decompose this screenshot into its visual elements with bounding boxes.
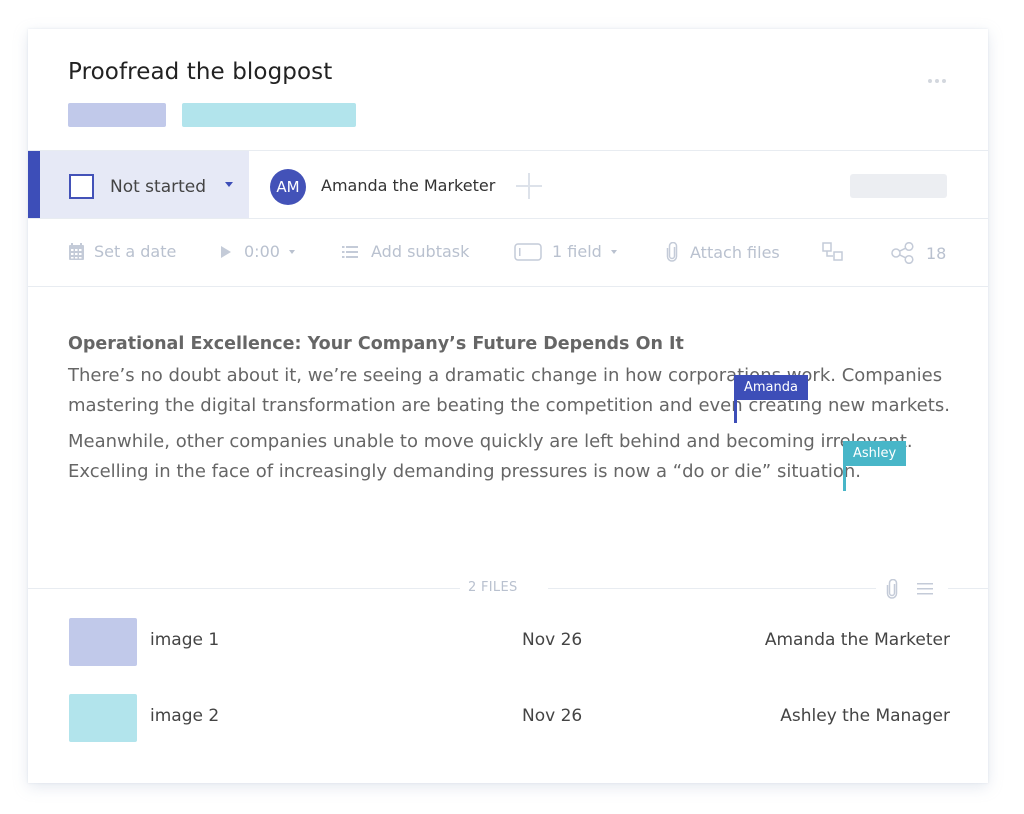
status-row: Not started AM Amanda the Marketer xyxy=(28,151,988,219)
file-date: Nov 26 xyxy=(522,706,583,726)
add-subtask-button[interactable]: Add subtask xyxy=(342,242,469,261)
files-count: 2 FILES xyxy=(468,580,518,595)
play-icon xyxy=(221,245,231,258)
field-label: 1 field xyxy=(552,242,602,261)
description-paragraph: There’s no doubt about it, we’re seeing … xyxy=(68,365,950,416)
placeholder-pill[interactable] xyxy=(850,174,947,198)
timer-label: 0:00 xyxy=(244,242,280,261)
task-header: Proofread the blogpost xyxy=(28,29,988,151)
status-dropdown[interactable]: Not started xyxy=(28,151,249,218)
file-date: Nov 26 xyxy=(522,630,583,650)
share-count: 18 xyxy=(926,243,947,263)
tag-1[interactable] xyxy=(68,103,166,127)
file-thumbnail[interactable] xyxy=(69,618,137,666)
set-date-label: Set a date xyxy=(94,242,177,261)
share-icon xyxy=(891,242,914,264)
timer-button[interactable]: 0:00 xyxy=(220,242,295,261)
set-date-button[interactable]: Set a date xyxy=(68,242,176,261)
file-row[interactable]: image 2 Nov 26 Ashley the Manager xyxy=(28,694,988,744)
attach-files-button[interactable]: Attach files xyxy=(666,242,780,262)
file-owner: Ashley the Manager xyxy=(780,706,950,726)
calendar-icon xyxy=(69,242,84,260)
custom-field-button[interactable]: 1 field xyxy=(514,242,617,261)
chevron-down-icon xyxy=(610,249,617,254)
chevron-down-icon xyxy=(288,249,295,254)
description-paragraph: Meanwhile, other companies unable to mov… xyxy=(68,431,913,482)
collaborator-flag-amanda: Amanda xyxy=(734,375,808,400)
dependencies-button[interactable] xyxy=(822,242,844,262)
field-icon xyxy=(514,242,542,261)
plus-icon[interactable] xyxy=(516,173,542,199)
task-description[interactable]: Operational Excellence: Your Company’s F… xyxy=(68,329,958,487)
paperclip-icon[interactable] xyxy=(886,578,898,603)
task-title[interactable]: Proofread the blogpost xyxy=(68,59,332,85)
assignee-name[interactable]: Amanda the Marketer xyxy=(321,176,495,195)
list-view-icon[interactable] xyxy=(917,581,933,600)
file-name[interactable]: image 1 xyxy=(150,630,219,650)
file-owner: Amanda the Marketer xyxy=(764,630,950,650)
collaborator-flag-ashley: Ashley xyxy=(843,441,907,466)
paperclip-icon xyxy=(666,242,678,262)
ellipsis-icon[interactable] xyxy=(928,79,946,83)
file-row[interactable]: image 1 Nov 26 Amanda the Marketer xyxy=(28,618,988,668)
task-card: Proofread the blogpost Not started AM Am… xyxy=(28,29,988,783)
status-checkbox[interactable] xyxy=(69,174,94,199)
list-icon xyxy=(342,245,358,258)
file-name[interactable]: image 2 xyxy=(150,706,219,726)
avatar[interactable]: AM xyxy=(270,169,306,205)
attach-files-label: Attach files xyxy=(690,242,780,262)
file-thumbnail[interactable] xyxy=(69,694,137,742)
task-toolbar: Set a date 0:00 Add subtask 1 field Atta… xyxy=(28,219,988,287)
tag-2[interactable] xyxy=(182,103,356,127)
share-button[interactable]: 18 xyxy=(891,242,946,264)
add-subtask-label: Add subtask xyxy=(371,242,470,261)
chevron-down-icon[interactable] xyxy=(225,182,233,187)
description-heading: Operational Excellence: Your Company’s F… xyxy=(68,334,684,354)
dependency-icon xyxy=(822,242,843,261)
status-label: Not started xyxy=(110,177,207,197)
